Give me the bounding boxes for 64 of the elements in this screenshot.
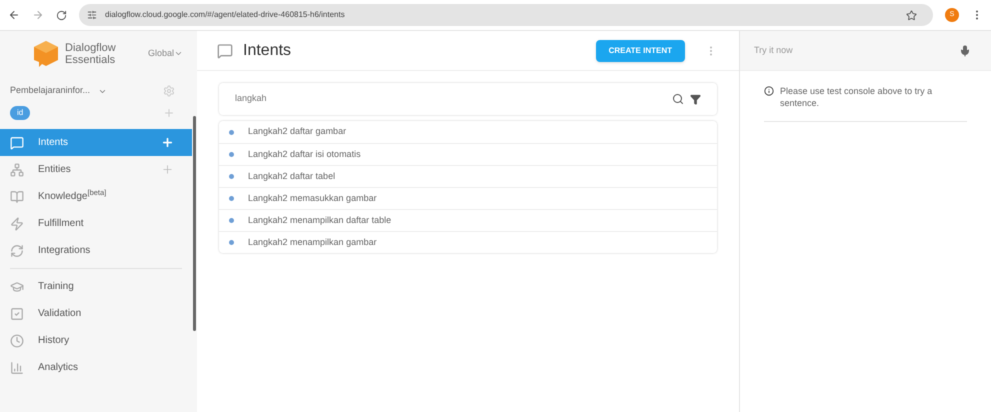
intent-name: Langkah2 menampilkan gambar [248, 236, 377, 249]
sidebar-item-label: Knowledge$^{[beta]}$ [38, 189, 108, 204]
search-field[interactable]: langkah [219, 83, 717, 115]
hierarchy-icon [10, 162, 24, 176]
page-title: Intents [243, 40, 292, 60]
sidebar-item-label: Training [38, 280, 75, 294]
brand-name: Dialogflow [65, 42, 116, 54]
logo-icon [33, 40, 59, 68]
sidebar-item[interactable]: History [0, 327, 192, 354]
console-message: Please use test console above to try a sentence. [780, 85, 934, 109]
intent-name: Langkah2 daftar tabel [248, 170, 336, 183]
intent-row[interactable]: Langkah2 daftar tabel [219, 165, 717, 187]
sidebar-item[interactable]: Training [0, 273, 192, 300]
lightning-icon [10, 216, 24, 230]
bookmark-star-icon[interactable] [906, 10, 917, 20]
reload-icon[interactable] [56, 10, 67, 20]
sidebar-item[interactable]: Intents [0, 129, 192, 156]
intent-name: Langkah2 daftar isi otomatis [248, 148, 361, 161]
agent-name[interactable]: Pembelajaraninfor... [10, 84, 90, 98]
intent-row[interactable]: Langkah2 menampilkan gambar [219, 231, 717, 253]
filter-icon[interactable] [690, 94, 701, 104]
sidebar-item[interactable]: Analytics [0, 354, 192, 381]
bar-chart-icon [10, 360, 24, 374]
sidebar-item-label: Intents [38, 136, 70, 150]
sidebar-item-label: Fulfillment [38, 217, 85, 231]
checkbox-icon [10, 306, 24, 320]
back-icon[interactable] [8, 9, 20, 21]
sidebar-item[interactable]: Entities [0, 156, 192, 183]
search-icon[interactable] [672, 93, 684, 105]
intent-row[interactable]: Langkah2 daftar gambar [219, 121, 717, 143]
info-icon [764, 86, 774, 96]
refresh-icon [10, 244, 24, 258]
book-icon [10, 190, 24, 204]
graduation-cap-icon [10, 280, 24, 294]
intent-row[interactable]: Langkah2 daftar isi otomatis [219, 143, 717, 165]
intent-name: Langkah2 menampilkan daftar table [248, 214, 392, 227]
sidebar-item[interactable]: Validation [0, 300, 192, 327]
site-info-icon[interactable] [87, 10, 97, 20]
intent-name: Langkah2 daftar gambar [248, 125, 346, 138]
caret-icon [174, 49, 183, 58]
test-input-bar[interactable]: Try it now [740, 31, 991, 71]
try-it-now-field[interactable]: Try it now [754, 44, 959, 58]
add-icon[interactable] [161, 136, 174, 149]
chat-bubble-icon [10, 136, 24, 150]
sidebar-item[interactable]: Fulfillment [0, 210, 192, 237]
sidebar-item-label: History [38, 334, 70, 348]
scrollbar-thumb[interactable] [193, 116, 196, 331]
brand-name: Essentials [65, 54, 116, 66]
url-text: dialogflow.cloud.google.com/#/agent/elated-drive-460815-h6/intents [105, 9, 346, 21]
microphone-icon[interactable] [959, 44, 971, 56]
intent-row[interactable]: Langkah2 menampilkan daftar table [219, 209, 717, 231]
address-bar[interactable]: dialogflow.cloud.google.com/#/agent/elated-drive-460815-h6/intents [79, 4, 933, 26]
region-dropdown[interactable]: Global [148, 46, 183, 60]
sidebar-item[interactable]: Integrations [0, 237, 192, 264]
search-input[interactable]: langkah [235, 92, 672, 106]
sidebar-item-label: Integrations [38, 244, 92, 258]
sidebar-item-label: Analytics [38, 361, 80, 375]
sidebar-item[interactable]: Knowledge$^{[beta]}$ [0, 183, 192, 210]
intent-name: Langkah2 memasukkan gambar [248, 192, 377, 205]
intent-row[interactable]: Langkah2 memasukkan gambar [219, 187, 717, 209]
sidebar-item-label: Entities [38, 163, 72, 177]
sidebar-item-label: Validation [38, 307, 82, 321]
clock-icon [10, 334, 24, 348]
chat-bubble-icon [217, 42, 233, 58]
